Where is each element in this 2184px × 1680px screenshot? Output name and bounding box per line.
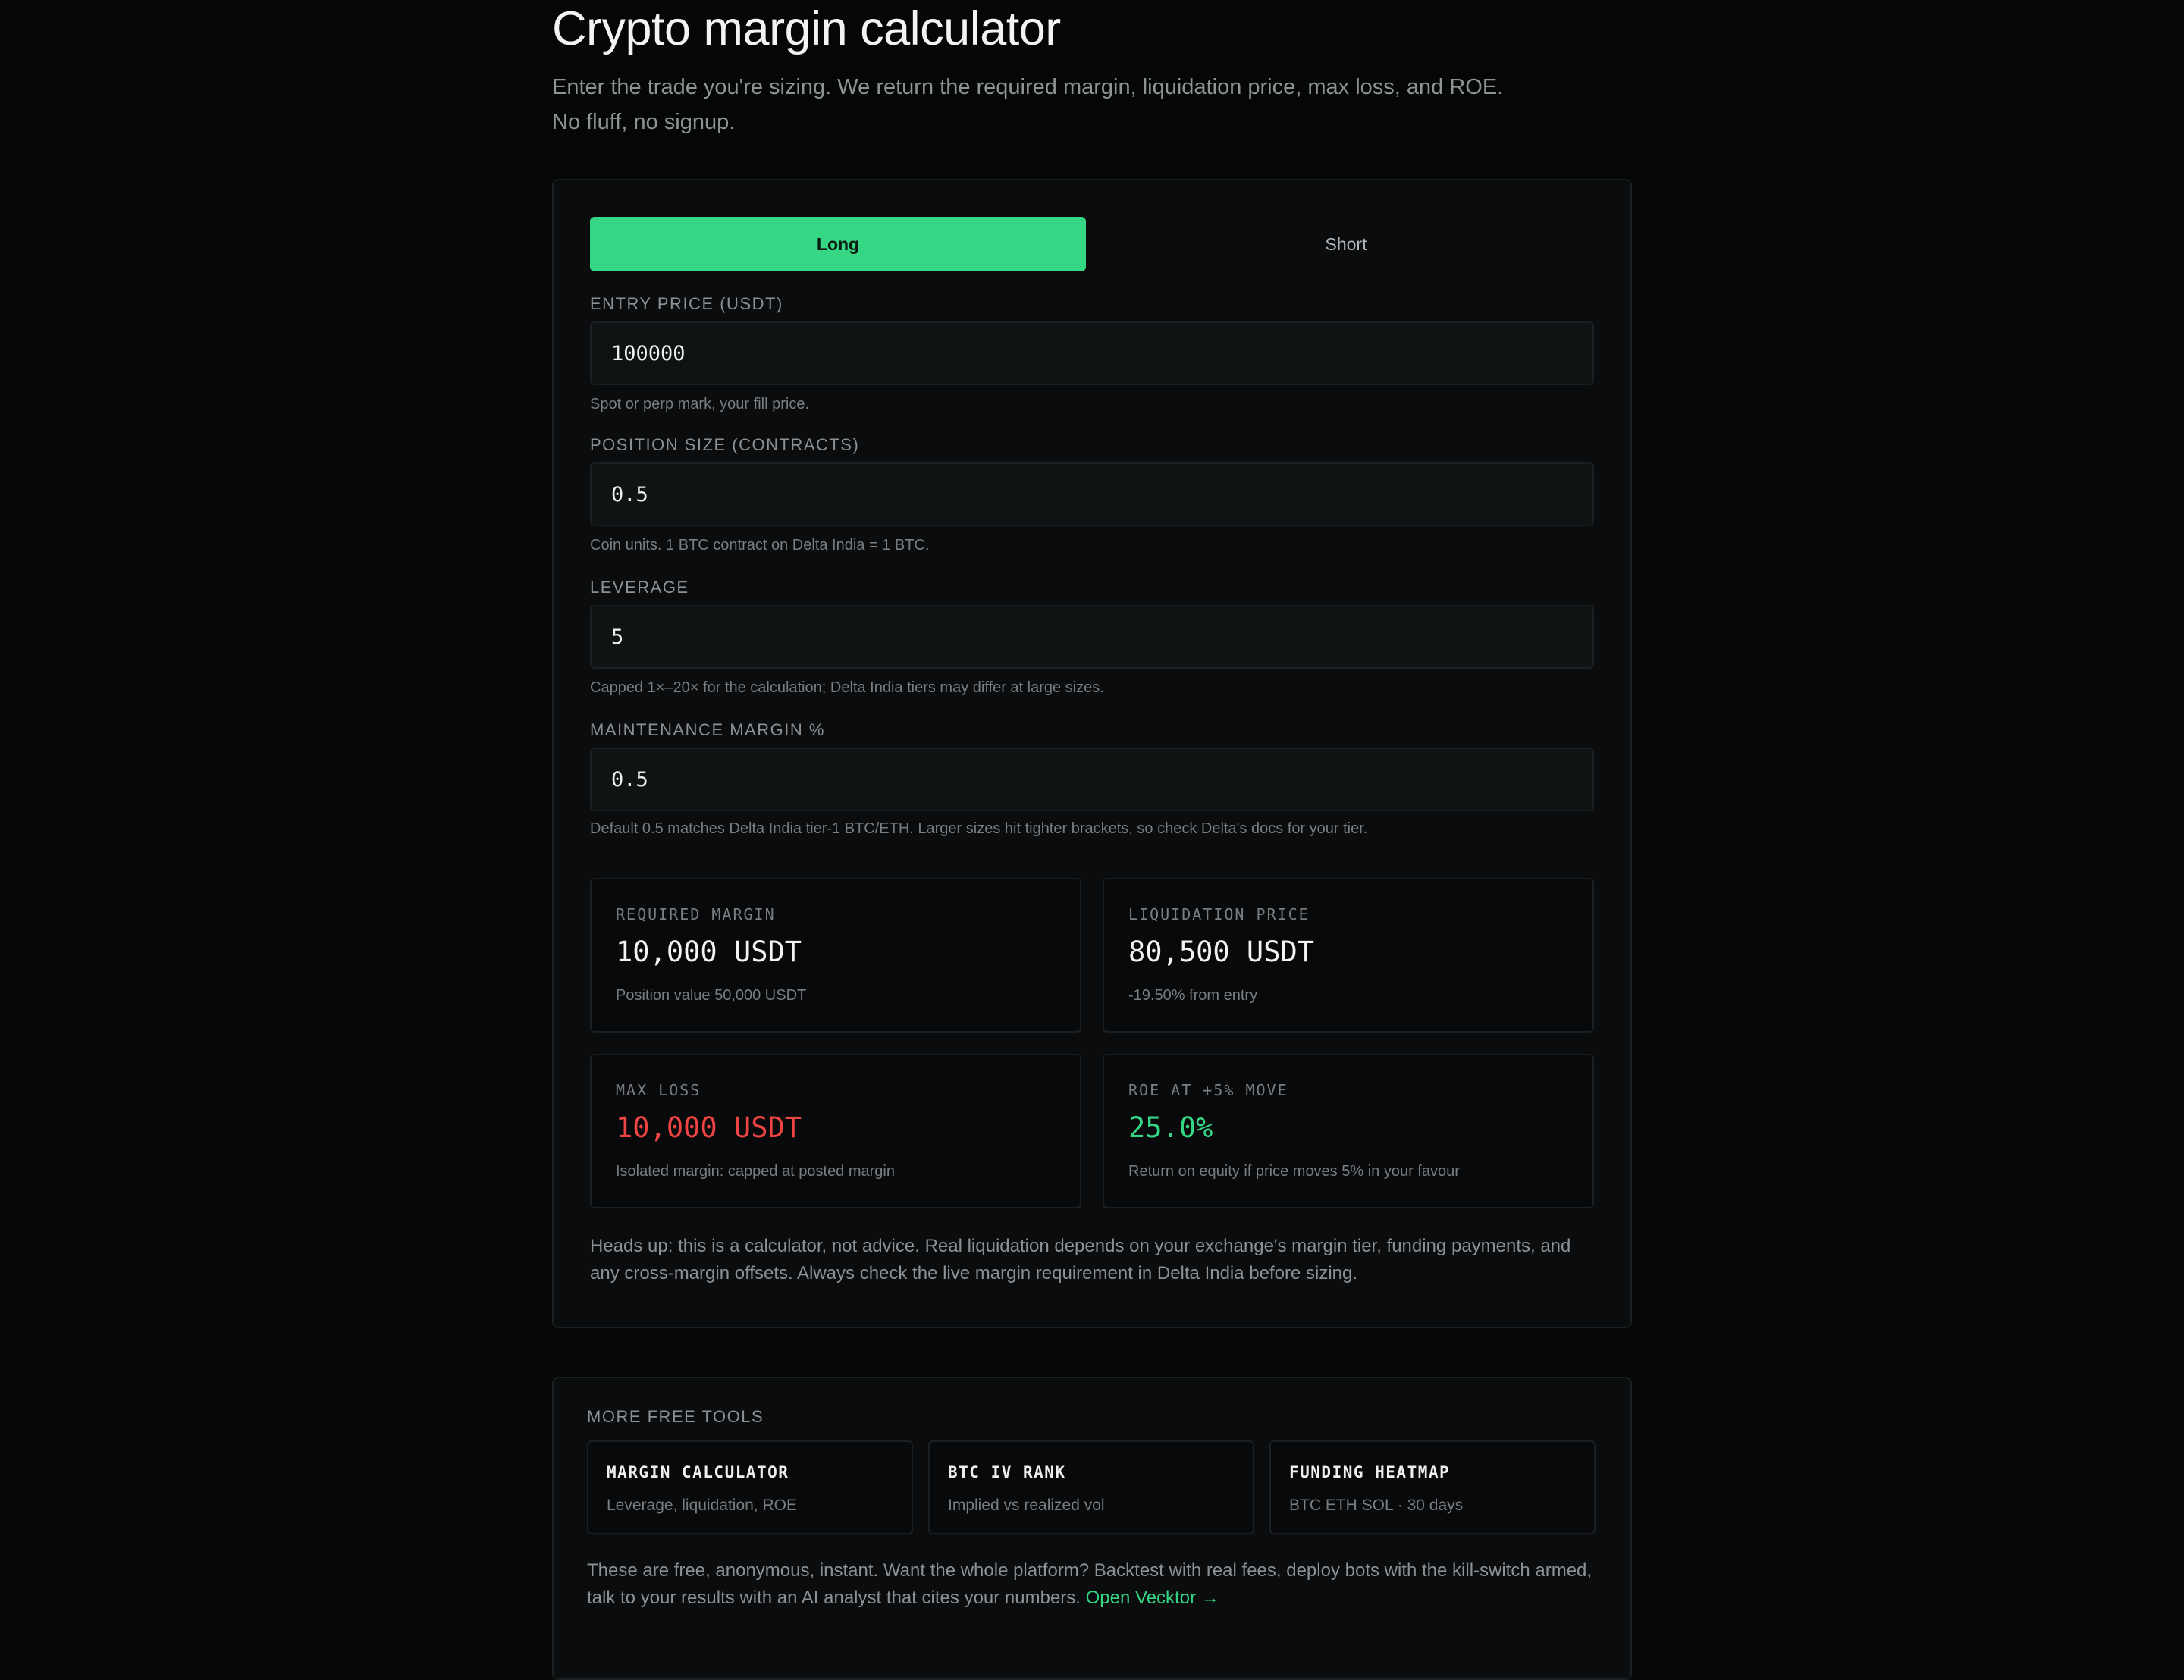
roe-label: ROE AT +5% MOVE [1128, 1081, 1288, 1099]
roe-sub: Return on equity if price moves 5% in yo… [1128, 1163, 1460, 1180]
max-loss-value: 10,000 USDT [616, 1111, 802, 1144]
page-title: Crypto margin calculator [552, 2, 1061, 55]
short-button[interactable]: Short [1098, 217, 1594, 271]
roe-card: ROE AT +5% MOVE 25.0% Return on equity i… [1103, 1054, 1594, 1208]
entry-price-input[interactable] [590, 321, 1594, 385]
page-subtitle: Enter the trade you're sizing. We return… [552, 75, 1504, 134]
entry-price-label: ENTRY PRICE (USDT) [590, 294, 783, 313]
liquidation-price-value: 80,500 USDT [1128, 936, 1315, 968]
open-vecktor-link[interactable]: Open Vecktor → [1086, 1588, 1219, 1608]
liquidation-price-label: LIQUIDATION PRICE [1128, 905, 1310, 923]
position-size-hint: Coin units. 1 BTC contract on Delta Indi… [590, 537, 930, 553]
calculator-card: Long Short ENTRY PRICE (USDT) Spot or pe… [552, 179, 1632, 1328]
tool-desc: Leverage, liquidation, ROE [607, 1497, 797, 1514]
leverage-label: LEVERAGE [590, 578, 689, 597]
leverage-input[interactable] [590, 605, 1594, 669]
max-loss-label: MAX LOSS [616, 1081, 701, 1099]
direction-toggle: Long Short [590, 217, 1594, 271]
position-size-label: POSITION SIZE (CONTRACTS) [590, 435, 860, 454]
tool-btc-iv-rank[interactable]: BTC IV RANK Implied vs realized vol [928, 1440, 1254, 1534]
liquidation-price-card: LIQUIDATION PRICE 80,500 USDT -19.50% fr… [1103, 878, 1594, 1033]
roe-value: 25.0% [1128, 1111, 1213, 1144]
maintenance-margin-input[interactable] [590, 748, 1594, 811]
required-margin-value: 10,000 USDT [616, 936, 802, 968]
maintenance-margin-label: MAINTENANCE MARGIN % [590, 720, 825, 739]
leverage-hint: Capped 1×–20× for the calculation; Delta… [590, 679, 1104, 696]
tool-margin-calculator[interactable]: MARGIN CALCULATOR Leverage, liquidation,… [587, 1440, 913, 1534]
liquidation-price-sub: -19.50% from entry [1128, 987, 1258, 1004]
max-loss-card: MAX LOSS 10,000 USDT Isolated margin: ca… [590, 1054, 1081, 1208]
more-tools-label: MORE FREE TOOLS [587, 1407, 764, 1426]
tool-name: BTC IV RANK [948, 1463, 1066, 1481]
tool-name: FUNDING HEATMAP [1289, 1463, 1451, 1481]
entry-price-hint: Spot or perp mark, your fill price. [590, 396, 809, 412]
long-button[interactable]: Long [590, 217, 1086, 271]
tool-name: MARGIN CALCULATOR [607, 1463, 789, 1481]
position-size-input[interactable] [590, 462, 1594, 526]
required-margin-sub: Position value 50,000 USDT [616, 987, 807, 1004]
disclaimer-text: Heads up: this is a calculator, not advi… [590, 1236, 1571, 1284]
tool-desc: BTC ETH SOL · 30 days [1289, 1497, 1464, 1514]
more-tools-card: MORE FREE TOOLS MARGIN CALCULATOR Levera… [552, 1377, 1632, 1680]
more-tools-text: These are free, anonymous, instant. Want… [587, 1557, 1603, 1612]
max-loss-sub: Isolated margin: capped at posted margin [616, 1163, 895, 1180]
required-margin-label: REQUIRED MARGIN [616, 905, 776, 923]
tool-funding-heatmap[interactable]: FUNDING HEATMAP BTC ETH SOL · 30 days [1269, 1440, 1596, 1534]
tool-desc: Implied vs realized vol [948, 1497, 1105, 1514]
required-margin-card: REQUIRED MARGIN 10,000 USDT Position val… [590, 878, 1081, 1033]
maintenance-margin-hint: Default 0.5 matches Delta India tier-1 B… [590, 820, 1368, 837]
